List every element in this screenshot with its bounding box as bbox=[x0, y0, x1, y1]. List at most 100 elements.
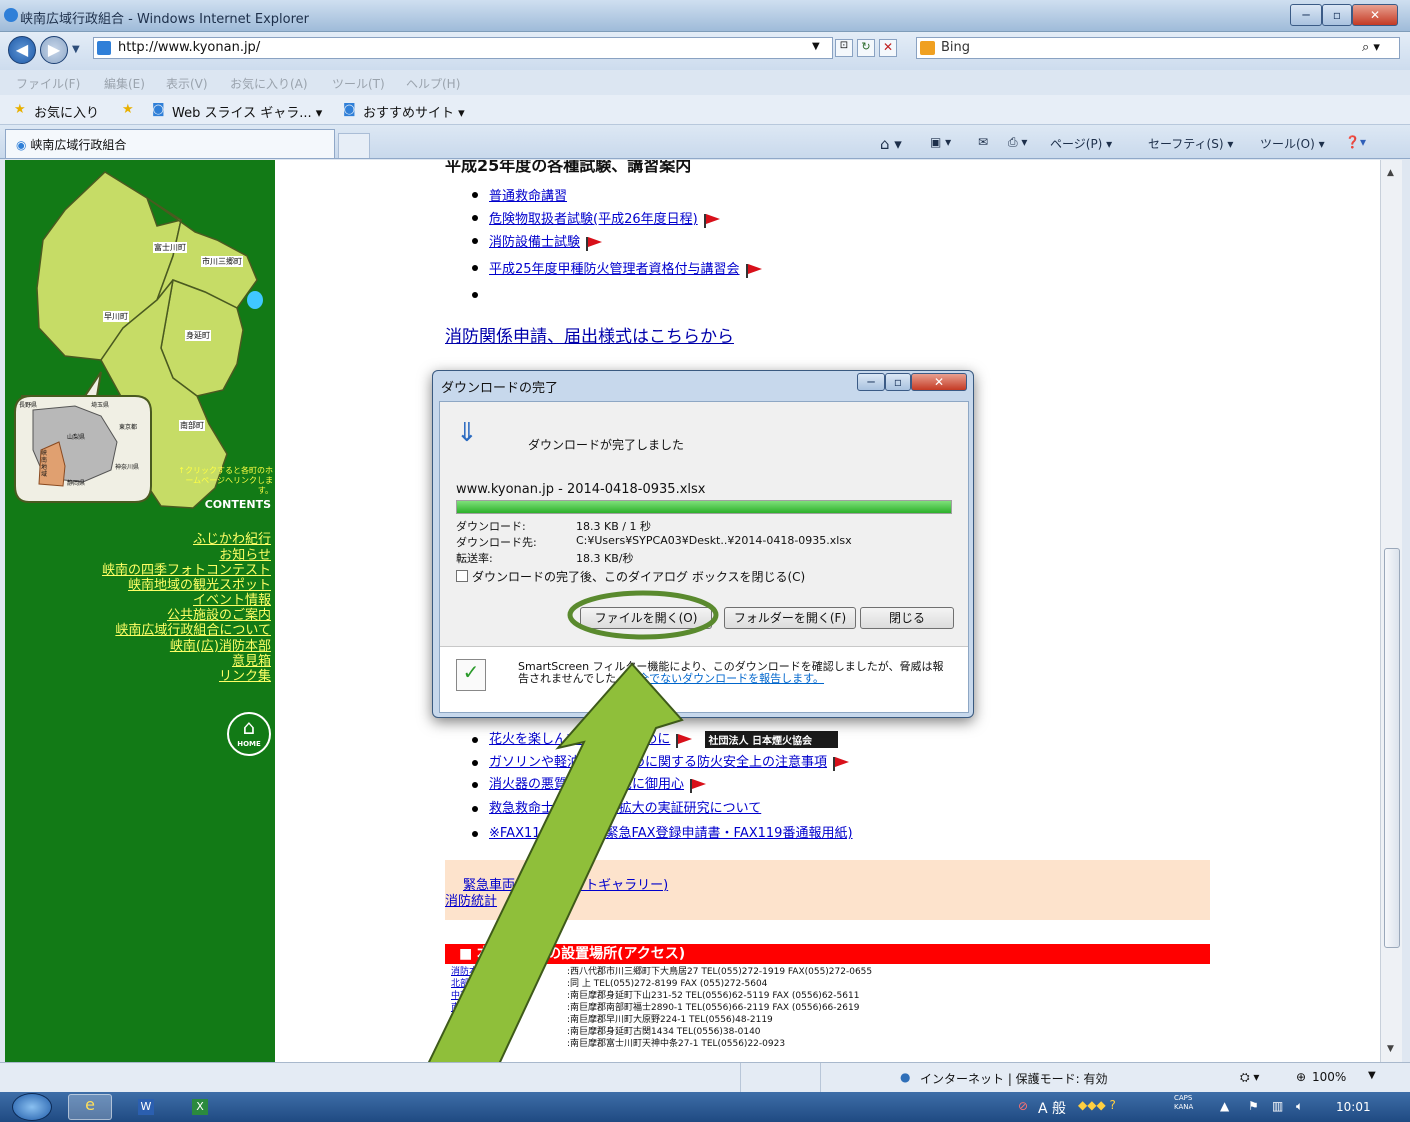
close-on-complete-checkbox[interactable] bbox=[456, 570, 468, 582]
link-extinguisher-scam[interactable]: 消火器の悪質な訪問販売に御用心 bbox=[489, 777, 684, 792]
close-on-complete-label[interactable]: ダウンロードの完了後、このダイアログ ボックスを閉じる(C) bbox=[472, 568, 805, 585]
menu-tools[interactable]: ツール(T) bbox=[332, 75, 385, 92]
safety-menu[interactable]: セーフティ(S) ▾ bbox=[1148, 135, 1233, 152]
link-fire-manager-course[interactable]: 平成25年度甲種防火管理者資格付与講習会 bbox=[489, 262, 740, 277]
favorites-item-suggested[interactable]: おすすめサイト ▾ bbox=[363, 102, 465, 121]
mail-icon[interactable]: ✉ bbox=[978, 135, 988, 149]
link-fax119[interactable]: ※FAX119について(緊急FAX登録申請書・FAX119番通報用紙) bbox=[489, 822, 853, 841]
history-dropdown-icon[interactable]: ▼ bbox=[72, 44, 80, 55]
zoom-dropdown-icon[interactable]: ▼ bbox=[1368, 1070, 1376, 1081]
access-station-link[interactable]: 中部消防署 bbox=[451, 991, 496, 1001]
vertical-scrollbar[interactable]: ▲ ▼ bbox=[1380, 160, 1402, 1062]
tab-kyonan[interactable]: ◉ 峡南広域行政組合 bbox=[5, 129, 335, 158]
menu-edit[interactable]: 編集(E) bbox=[104, 75, 145, 92]
menu-file[interactable]: ファイル(F) bbox=[16, 75, 80, 92]
help-icon[interactable]: ❓▾ bbox=[1345, 135, 1366, 149]
forward-button[interactable]: ▶ bbox=[40, 36, 68, 64]
link-gasoline-notice[interactable]: ガソリンや軽油の買いだめに関する防火安全上の注意事項 bbox=[489, 755, 827, 770]
zoom-level[interactable]: 100% bbox=[1312, 1070, 1346, 1084]
taskbar-word-icon[interactable]: W bbox=[124, 1094, 168, 1120]
ime-indicator[interactable]: A 般 bbox=[1038, 1098, 1066, 1118]
link-statistics[interactable]: 消防統計 bbox=[445, 890, 497, 909]
link-hanabi[interactable]: 花火を楽しんでいただくために bbox=[489, 732, 670, 747]
address-dropdown-icon[interactable]: ▼ bbox=[812, 41, 820, 52]
close-window-button[interactable]: ✕ bbox=[1352, 4, 1398, 26]
tab-bar: ◉ 峡南広域行政組合 ⌂ ▾ ▣ ▾ ✉ ⎙ ▾ ページ(P) ▾ セーフティ(… bbox=[0, 125, 1410, 159]
close-button[interactable]: 閉じる bbox=[860, 607, 954, 629]
scroll-thumb[interactable] bbox=[1384, 548, 1400, 948]
map-town-label[interactable]: 富士川町 bbox=[153, 242, 187, 253]
volume-icon[interactable]: 🔈︎ bbox=[1296, 1099, 1303, 1114]
maximize-button[interactable]: ▫ bbox=[1322, 4, 1352, 26]
map-town-label[interactable]: 早川町 bbox=[103, 311, 129, 322]
menu-view[interactable]: 表示(V) bbox=[166, 75, 208, 92]
bullet bbox=[472, 737, 478, 743]
access-station-link[interactable]: 早川分駐所 bbox=[451, 1015, 496, 1025]
access-station-link[interactable]: 身延分駐所 bbox=[451, 1027, 496, 1037]
add-favorite-icon[interactable]: ★ bbox=[122, 102, 134, 117]
tray-icon[interactable]: ⊘ bbox=[1018, 1099, 1028, 1113]
dialog-maximize-button[interactable]: ▫ bbox=[885, 373, 911, 391]
access-station-link[interactable]: 富士川分駐所 bbox=[451, 1039, 505, 1049]
refresh-icon[interactable]: ↻ bbox=[857, 39, 875, 57]
favorites-bar: ★ お気に入り ★ ◙ Web スライス ギャラ... ▾ ◙ おすすめサイト … bbox=[0, 95, 1410, 125]
menu-help[interactable]: ヘルプ(H) bbox=[406, 75, 460, 92]
hanabi-association-badge[interactable]: 社団法人 日本煙火協会 bbox=[704, 731, 838, 748]
minimize-button[interactable]: ─ bbox=[1290, 4, 1322, 26]
menu-favorites[interactable]: お気に入り(A) bbox=[230, 75, 308, 92]
url-input[interactable]: http://www.kyonan.jp/ bbox=[93, 37, 833, 59]
label-destination: ダウンロード先: bbox=[456, 536, 537, 549]
search-icon[interactable]: ⌕ ▾ bbox=[1362, 40, 1380, 55]
report-unsafe-link[interactable]: 安全でないダウンロードを報告します。 bbox=[627, 672, 824, 685]
access-row: 身延分駐所:南巨摩郡身延町古関1434 TEL(0556)38-0140 bbox=[451, 1026, 876, 1038]
map-town-label[interactable]: 市川三郷町 bbox=[201, 256, 243, 267]
access-station-link[interactable]: 消防本部 bbox=[451, 967, 487, 977]
page-icon bbox=[97, 41, 111, 55]
dialog-close-x-button[interactable]: ✕ bbox=[911, 373, 967, 391]
tools-menu[interactable]: ツール(O) ▾ bbox=[1260, 135, 1325, 152]
new-tab-button[interactable] bbox=[338, 133, 370, 158]
action-center-icon[interactable]: ⚑ bbox=[1248, 1099, 1259, 1113]
access-station-link[interactable]: 南部消防署 bbox=[451, 1003, 496, 1013]
feeds-icon[interactable]: ▣ ▾ bbox=[930, 135, 951, 149]
home-link[interactable]: ⌂ HOME bbox=[227, 712, 271, 756]
stop-icon[interactable]: ✕ bbox=[879, 39, 897, 57]
home-icon[interactable]: ⌂ ▾ bbox=[880, 135, 902, 153]
back-button[interactable]: ◀ bbox=[8, 36, 36, 64]
network-icon[interactable]: ▥ bbox=[1272, 1099, 1283, 1113]
tray-expand-icon[interactable]: ▲ bbox=[1220, 1099, 1229, 1113]
map-town-label[interactable]: 身延町 bbox=[185, 330, 211, 341]
scroll-up-icon[interactable]: ▲ bbox=[1387, 168, 1394, 178]
print-icon[interactable]: ⎙ ▾ bbox=[1008, 135, 1027, 150]
sidebar: 富士川町 市川三郷町 早川町 身延町 南部町 長野県 埼玉県 東京都 山梨県 峡… bbox=[5, 160, 275, 1062]
search-input[interactable]: Bing bbox=[916, 37, 1400, 59]
dialog-minimize-button[interactable]: ─ bbox=[857, 373, 885, 391]
link-paramedic-research[interactable]: 救急救命士による処置拡大の実証研究について bbox=[489, 797, 761, 816]
map-town-label[interactable]: 南部町 bbox=[179, 420, 205, 431]
new-flag-icon bbox=[703, 213, 720, 228]
compat-view-icon[interactable]: ⊡ bbox=[835, 39, 853, 57]
link-hazmat-exam[interactable]: 危険物取扱者試験(平成26年度日程) bbox=[489, 212, 698, 227]
sidebar-item-links[interactable]: リンク集 bbox=[219, 665, 271, 684]
scroll-down-icon[interactable]: ▼ bbox=[1387, 1044, 1394, 1054]
taskbar-ie-icon[interactable]: e bbox=[68, 1094, 112, 1120]
link-fire-equipment-exam[interactable]: 消防設備士試験 bbox=[489, 235, 580, 250]
start-button[interactable] bbox=[12, 1093, 52, 1121]
taskbar-excel-icon[interactable]: X bbox=[178, 1094, 222, 1120]
map-note: ↑クリックすると各町のホームページへリンクします。 bbox=[178, 466, 273, 495]
open-file-button[interactable]: ファイルを開く(O) bbox=[580, 607, 712, 629]
zoom-icon[interactable]: ⊕ bbox=[1296, 1070, 1306, 1084]
clock[interactable]: 10:01 bbox=[1336, 1100, 1371, 1114]
page-menu[interactable]: ページ(P) ▾ bbox=[1050, 135, 1112, 152]
favorites-item-webslice[interactable]: Web スライス ギャラ... ▾ bbox=[172, 102, 322, 121]
ime-tools-icon[interactable]: ◆◆◆ ? bbox=[1078, 1098, 1116, 1112]
security-icon[interactable]: ⛭ ▾ bbox=[1240, 1070, 1259, 1085]
download-complete-dialog: ダウンロードの完了 ─ ▫ ✕ ⇓ ダウンロードが完了しました www.kyon… bbox=[432, 370, 974, 718]
bullet bbox=[472, 760, 478, 766]
open-folder-button[interactable]: フォルダーを開く(F) bbox=[724, 607, 856, 629]
link-first-aid[interactable]: 普通救命講習 bbox=[489, 185, 567, 204]
link-forms[interactable]: 消防関係申請、届出様式はこちらから bbox=[445, 322, 734, 347]
security-zone[interactable]: インターネット | 保護モード: 有効 bbox=[920, 1070, 1108, 1087]
favorites-button[interactable]: お気に入り bbox=[34, 102, 99, 121]
access-station-link[interactable]: 北部消防署 bbox=[451, 979, 496, 989]
